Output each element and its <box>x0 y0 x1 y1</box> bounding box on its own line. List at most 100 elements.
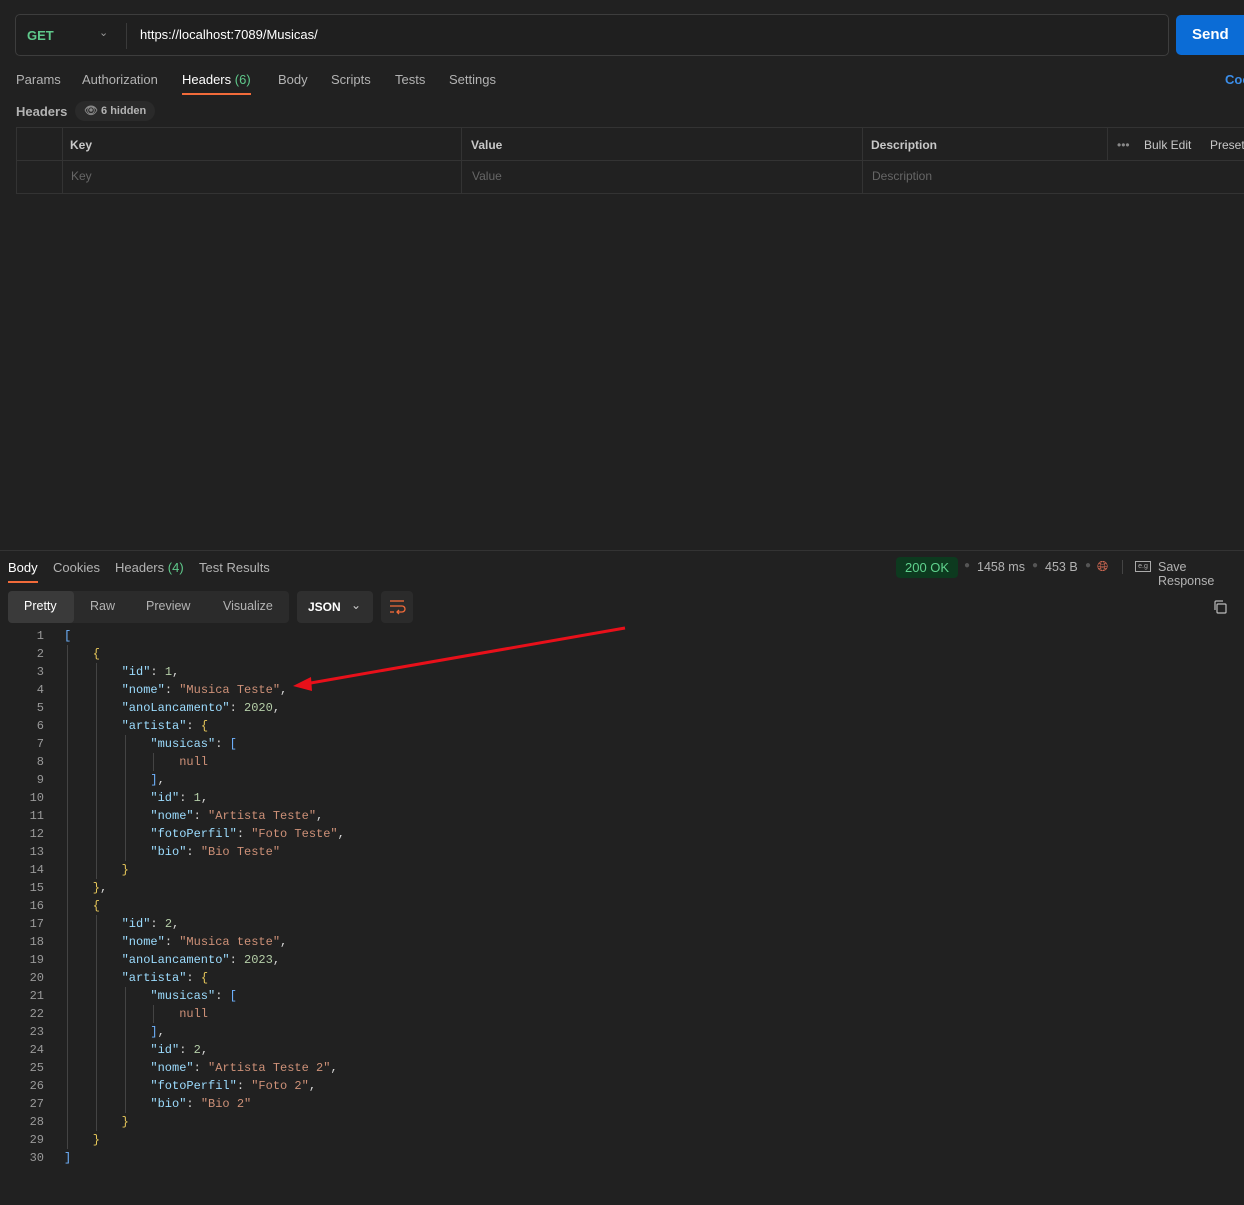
line-number: 20 <box>29 971 44 985</box>
tab-scripts[interactable]: Scripts <box>331 72 371 87</box>
json-key: "musicas" <box>150 737 216 751</box>
key-input[interactable]: Key <box>71 169 92 183</box>
tab-count: (4) <box>167 560 184 575</box>
json-string: "Musica teste" <box>179 935 281 949</box>
method-select[interactable]: GET <box>27 28 54 43</box>
json-punctuation: : <box>186 719 201 733</box>
line-number: 9 <box>36 773 44 787</box>
response-time[interactable]: 1458 ms <box>977 560 1025 574</box>
tab-body[interactable]: Body <box>278 72 308 87</box>
json-punctuation: : <box>179 1043 194 1057</box>
copy-icon[interactable] <box>1212 599 1228 618</box>
json-string: "Musica Teste" <box>179 683 281 697</box>
presets-button[interactable]: Preset <box>1210 138 1244 152</box>
json-punctuation: : <box>179 791 194 805</box>
column-description: Description <box>871 138 938 152</box>
tab-settings[interactable]: Settings <box>449 72 496 87</box>
chevron-down-icon: ⌄ <box>351 598 362 612</box>
response-tab-cookies[interactable]: Cookies <box>53 560 100 575</box>
json-key: "id" <box>150 791 180 805</box>
indent-guide <box>95 663 97 879</box>
divider <box>126 23 127 49</box>
json-null: null <box>179 1007 208 1021</box>
separator-dot: ● <box>1085 560 1092 571</box>
code-line: ] <box>64 1149 71 1167</box>
code-line: "nome": "Musica Teste", <box>122 681 288 699</box>
json-brace: { <box>200 971 209 985</box>
code-line: "fotoPerfil": "Foto 2", <box>150 1077 316 1095</box>
json-punctuation: : <box>193 809 209 823</box>
bulk-edit-button[interactable]: Bulk Edit <box>1144 138 1191 152</box>
request-bar: GET ⌄ https://localhost:7089/Musicas/ <box>15 14 1169 56</box>
json-punctuation: , <box>330 1061 338 1075</box>
code-line: "nome": "Artista Teste 2", <box>150 1059 337 1077</box>
format-label: JSON <box>308 600 341 614</box>
tab-params[interactable]: Params <box>16 72 61 87</box>
view-raw[interactable]: Raw <box>90 599 115 613</box>
row-divider <box>17 160 1244 161</box>
json-punctuation: , <box>172 665 180 679</box>
code-line: null <box>179 1005 208 1023</box>
json-key: "id" <box>121 917 151 931</box>
tab-authorization[interactable]: Authorization <box>82 72 158 87</box>
response-tab-body[interactable]: Body <box>8 560 38 583</box>
indent-guide <box>153 753 155 771</box>
view-pretty[interactable]: Pretty <box>8 591 74 623</box>
json-punctuation: , <box>280 935 288 949</box>
json-punctuation: : <box>193 1061 209 1075</box>
pane-divider[interactable] <box>0 550 1244 551</box>
code-line: ], <box>150 1023 164 1041</box>
line-number: 6 <box>36 719 44 733</box>
hidden-headers-toggle[interactable]: 👁︎ 6 hidden <box>75 101 156 121</box>
code-line: } <box>122 1113 129 1131</box>
line-number: 16 <box>29 899 44 913</box>
json-key: "musicas" <box>150 989 216 1003</box>
json-punctuation: , <box>157 773 165 787</box>
json-key: "anoLancamento" <box>121 701 230 715</box>
json-punctuation: : <box>229 701 245 715</box>
json-string: "Foto Teste" <box>251 827 338 841</box>
status-badge[interactable]: 200 OK <box>896 557 959 578</box>
code-line: }, <box>93 879 107 897</box>
json-punctuation: , <box>316 809 324 823</box>
json-punctuation: : <box>150 917 165 931</box>
code-link[interactable]: Coo <box>1225 72 1244 87</box>
tab-tests[interactable]: Tests <box>395 72 425 87</box>
value-input[interactable]: Value <box>472 169 502 183</box>
line-number: 30 <box>29 1151 44 1165</box>
response-size[interactable]: 453 B <box>1045 560 1078 574</box>
indent-guide <box>124 987 126 1113</box>
format-select[interactable]: JSON ⌄ <box>297 591 373 623</box>
json-punctuation: , <box>200 1043 209 1057</box>
description-input[interactable]: Description <box>872 169 932 183</box>
line-number: 3 <box>36 665 44 679</box>
json-key: "nome" <box>150 809 194 823</box>
response-tab-headers[interactable]: Headers (4) <box>115 560 184 575</box>
send-button[interactable]: Send <box>1176 15 1244 55</box>
response-tab-test-results[interactable]: Test Results <box>199 560 270 575</box>
json-punctuation: : <box>215 989 230 1003</box>
json-key: "nome" <box>121 935 165 949</box>
url-input[interactable]: https://localhost:7089/Musicas/ <box>140 27 318 42</box>
more-icon[interactable]: ••• <box>1117 138 1130 152</box>
json-punctuation: : <box>229 953 245 967</box>
code-line: { <box>93 897 100 915</box>
json-bracket: ] <box>64 1151 72 1165</box>
column-key: Key <box>70 138 93 152</box>
json-brace: } <box>92 1133 100 1147</box>
line-number: 29 <box>29 1133 44 1147</box>
json-punctuation: : <box>236 1079 252 1093</box>
network-warning-icon[interactable]: 🌐︎ <box>1097 558 1108 575</box>
tab-headers[interactable]: Headers (6) <box>182 72 251 95</box>
code-line: "id": 2, <box>122 915 180 933</box>
indent-guide <box>153 1005 155 1023</box>
view-preview[interactable]: Preview <box>146 599 190 613</box>
json-string: "Artista Teste" <box>208 809 317 823</box>
wrap-lines-button[interactable] <box>381 591 413 623</box>
example-icon: e.g <box>1135 561 1151 572</box>
view-visualize[interactable]: Visualize <box>223 599 273 613</box>
chevron-down-icon[interactable]: ⌄ <box>99 26 108 39</box>
save-response-button[interactable]: Save Response <box>1158 560 1244 588</box>
json-punctuation: : <box>215 737 230 751</box>
line-number: 5 <box>36 701 44 715</box>
